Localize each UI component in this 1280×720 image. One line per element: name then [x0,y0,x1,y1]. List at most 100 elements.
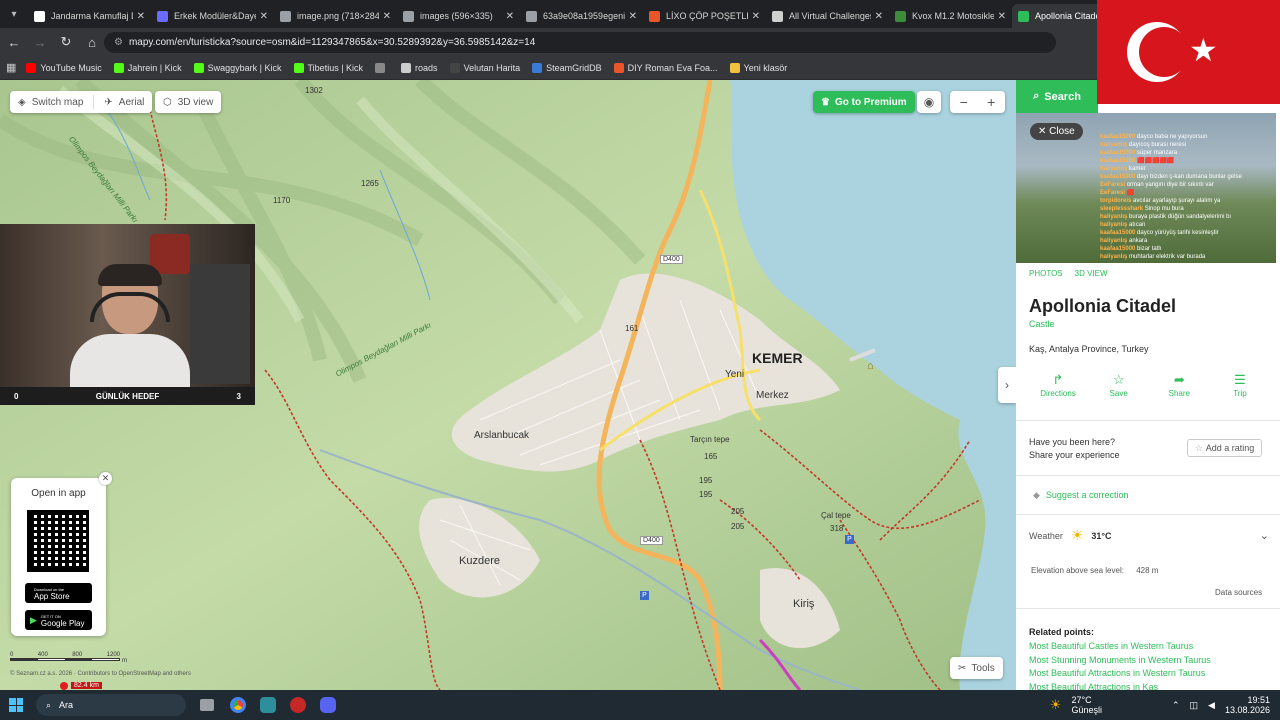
suggest-label: Suggest a correction [1045,490,1129,500]
bookmark-icon [729,62,740,73]
data-sources-link[interactable]: Data sources [1215,588,1262,597]
action-share-button[interactable]: ➦ Share [1150,372,1208,398]
chat-user: haliyanlış [1100,214,1128,220]
bookmark-item[interactable]: roads [401,62,438,73]
panel-collapse-button[interactable]: › [998,367,1016,403]
browser-tab[interactable]: Jandarma Kamuflaj Dı ✕ [28,4,151,28]
chat-message: kaafaa15000 bizar tatlı [1100,245,1278,253]
suggest-correction-link[interactable]: ◆ Suggest a correction [1033,490,1128,501]
tab-close-icon[interactable]: ✕ [383,11,391,22]
peak-318: 318 [830,524,844,533]
action-save-button[interactable]: ☆ Save [1090,372,1148,398]
chat-user: kaafaa15000 [1100,246,1136,252]
goal-target: 3 [236,391,241,401]
browser-tab[interactable]: LİXO ÇÖP POŞETLER ✕ [643,4,766,28]
apps-icon[interactable]: ▦ [6,61,16,74]
chevron-down-icon[interactable]: ⌄ [1260,529,1269,542]
tab-close-icon[interactable]: ✕ [629,11,637,22]
action-directions-button[interactable]: ↱ Directions [1029,372,1087,398]
app-store-badge[interactable]: Download on the App Store [25,583,92,603]
browser-tab[interactable]: image.png (718×284) ✕ [274,4,397,28]
action-trip-button[interactable]: ☰ Trip [1211,372,1269,398]
task-view-icon[interactable] [200,699,214,711]
taskbar-search[interactable]: ⌕ Ara [36,694,186,716]
close-button[interactable]: ✕ Close [1030,123,1083,140]
browser-tab[interactable]: All Virtual Challenges ✕ [766,4,889,28]
open-in-app-close-icon[interactable]: ✕ [99,472,112,485]
bookmark-item[interactable]: Jahrein | Kick [113,62,182,73]
sun-icon: ☀ [1070,527,1084,543]
parking-marker[interactable]: P [845,535,854,544]
parking-marker-2[interactable]: P [640,591,649,600]
zoom-out-button[interactable]: − [960,94,968,110]
tab-close-icon[interactable]: ✕ [752,11,760,22]
bookmark-item[interactable]: Swaggybark | Kick [193,62,282,73]
related-link[interactable]: Most Beautiful Attractions in Kaş [1029,681,1211,691]
tab-close-icon[interactable]: ✕ [998,11,1006,22]
tools-button[interactable]: ✂ Tools [950,657,1003,679]
bookmark-icon [26,62,37,73]
weather-row[interactable]: Weather ☀ 31°C ⌄ [1029,527,1269,544]
related-link[interactable]: Most Beautiful Castles in Western Taurus [1029,640,1211,654]
related-link[interactable]: Most Beautiful Attractions in Western Ta… [1029,667,1211,681]
chat-text: ankara [1129,238,1148,244]
volume-icon[interactable]: ◀ [1208,700,1215,711]
chat-user: haliyanlış [1100,142,1128,148]
tab-search-icon[interactable]: ▾ [0,0,28,28]
discord-icon[interactable] [320,697,336,713]
locate-button[interactable]: ◉ [917,91,941,113]
chrome-icon[interactable] [230,697,246,713]
castle-marker[interactable]: ⌂ [867,360,874,372]
switch-map-button[interactable]: ◈ Switch map ✈ Aerial [10,91,153,113]
zoom-in-button[interactable]: + [987,94,995,110]
bookmark-item[interactable]: Velutan Harita [449,62,520,73]
tab-favicon-icon [895,10,906,22]
chat-user: kaafaa15000 [1100,174,1136,180]
qr-code[interactable] [27,510,89,572]
bookmark-item[interactable]: YouTube Music [26,62,102,73]
tab-close-icon[interactable]: ✕ [506,11,514,22]
tab-photos[interactable]: PHOTOS [1029,269,1063,278]
bookmark-item[interactable]: Tibetius | Kick [293,62,363,73]
browser-tab[interactable]: 63a9e08a1959egenip ✕ [520,4,643,28]
tab-close-icon[interactable]: ✕ [260,11,268,22]
chat-user: haliyanlış [1100,166,1128,172]
tray-chevron-icon[interactable]: ⌃ [1172,700,1180,711]
forward-icon[interactable]: → [28,30,52,54]
browser-tab[interactable]: images (596×335) ✕ [397,4,520,28]
home-icon[interactable]: ⌂ [80,30,104,54]
aerial-label: Aerial [118,96,145,108]
tools-icon: ✂ [958,662,967,674]
weather-temp: 31°C [1091,530,1112,541]
bookmark-item[interactable] [375,62,389,73]
peak-1302: 1302 [305,86,323,95]
tab-3d-view[interactable]: 3D VIEW [1075,269,1108,278]
place-panel: ⌕ Search kaafaa15000 dayco baba ne yapıy… [1016,80,1280,690]
search-button[interactable]: ⌕ Search [1016,80,1098,113]
view-3d-button[interactable]: ⬡ 3D view [155,91,222,113]
bookmark-item[interactable]: Yeni klasör [729,62,787,73]
app-icon-3[interactable] [290,697,306,713]
tab-close-icon[interactable]: ✕ [875,11,883,22]
place-category[interactable]: Castle [1029,319,1055,329]
action-label: Share [1168,389,1190,398]
bookmark-item[interactable]: DIY Roman Eva Foa... [613,62,718,73]
address-bar[interactable]: ⚙ mapy.com/en/turisticka?source=osm&id=1… [104,32,1056,53]
add-rating-button[interactable]: ☆ Add a rating [1187,439,1262,457]
premium-button[interactable]: ♛ Go to Premium [813,91,915,113]
site-info-icon[interactable]: ⚙ [114,37,123,48]
network-icon[interactable]: ◫ [1190,700,1199,711]
bookmark-item[interactable]: SteamGridDB [532,62,602,73]
start-icon[interactable] [0,698,32,712]
browser-tab[interactable]: Kvox M1.2 Motosikle ✕ [889,4,1012,28]
tab-close-icon[interactable]: ✕ [137,11,145,22]
reload-icon[interactable]: ↻ [54,30,78,54]
chat-message: EeFaresi orman yangını diye bir sıkıntı … [1100,181,1278,189]
back-icon[interactable]: ← [2,30,26,54]
tab-favicon-icon [157,10,168,22]
app-icon-2[interactable] [260,697,276,713]
google-play-badge[interactable]: ▶ GET IT ON Google Play [25,610,92,630]
browser-tab[interactable]: Erkek Modüler&Daye ✕ [151,4,274,28]
chat-text: dayco baba ne yapıyorsun [1137,134,1208,140]
related-link[interactable]: Most Stunning Monuments in Western Tauru… [1029,654,1211,668]
